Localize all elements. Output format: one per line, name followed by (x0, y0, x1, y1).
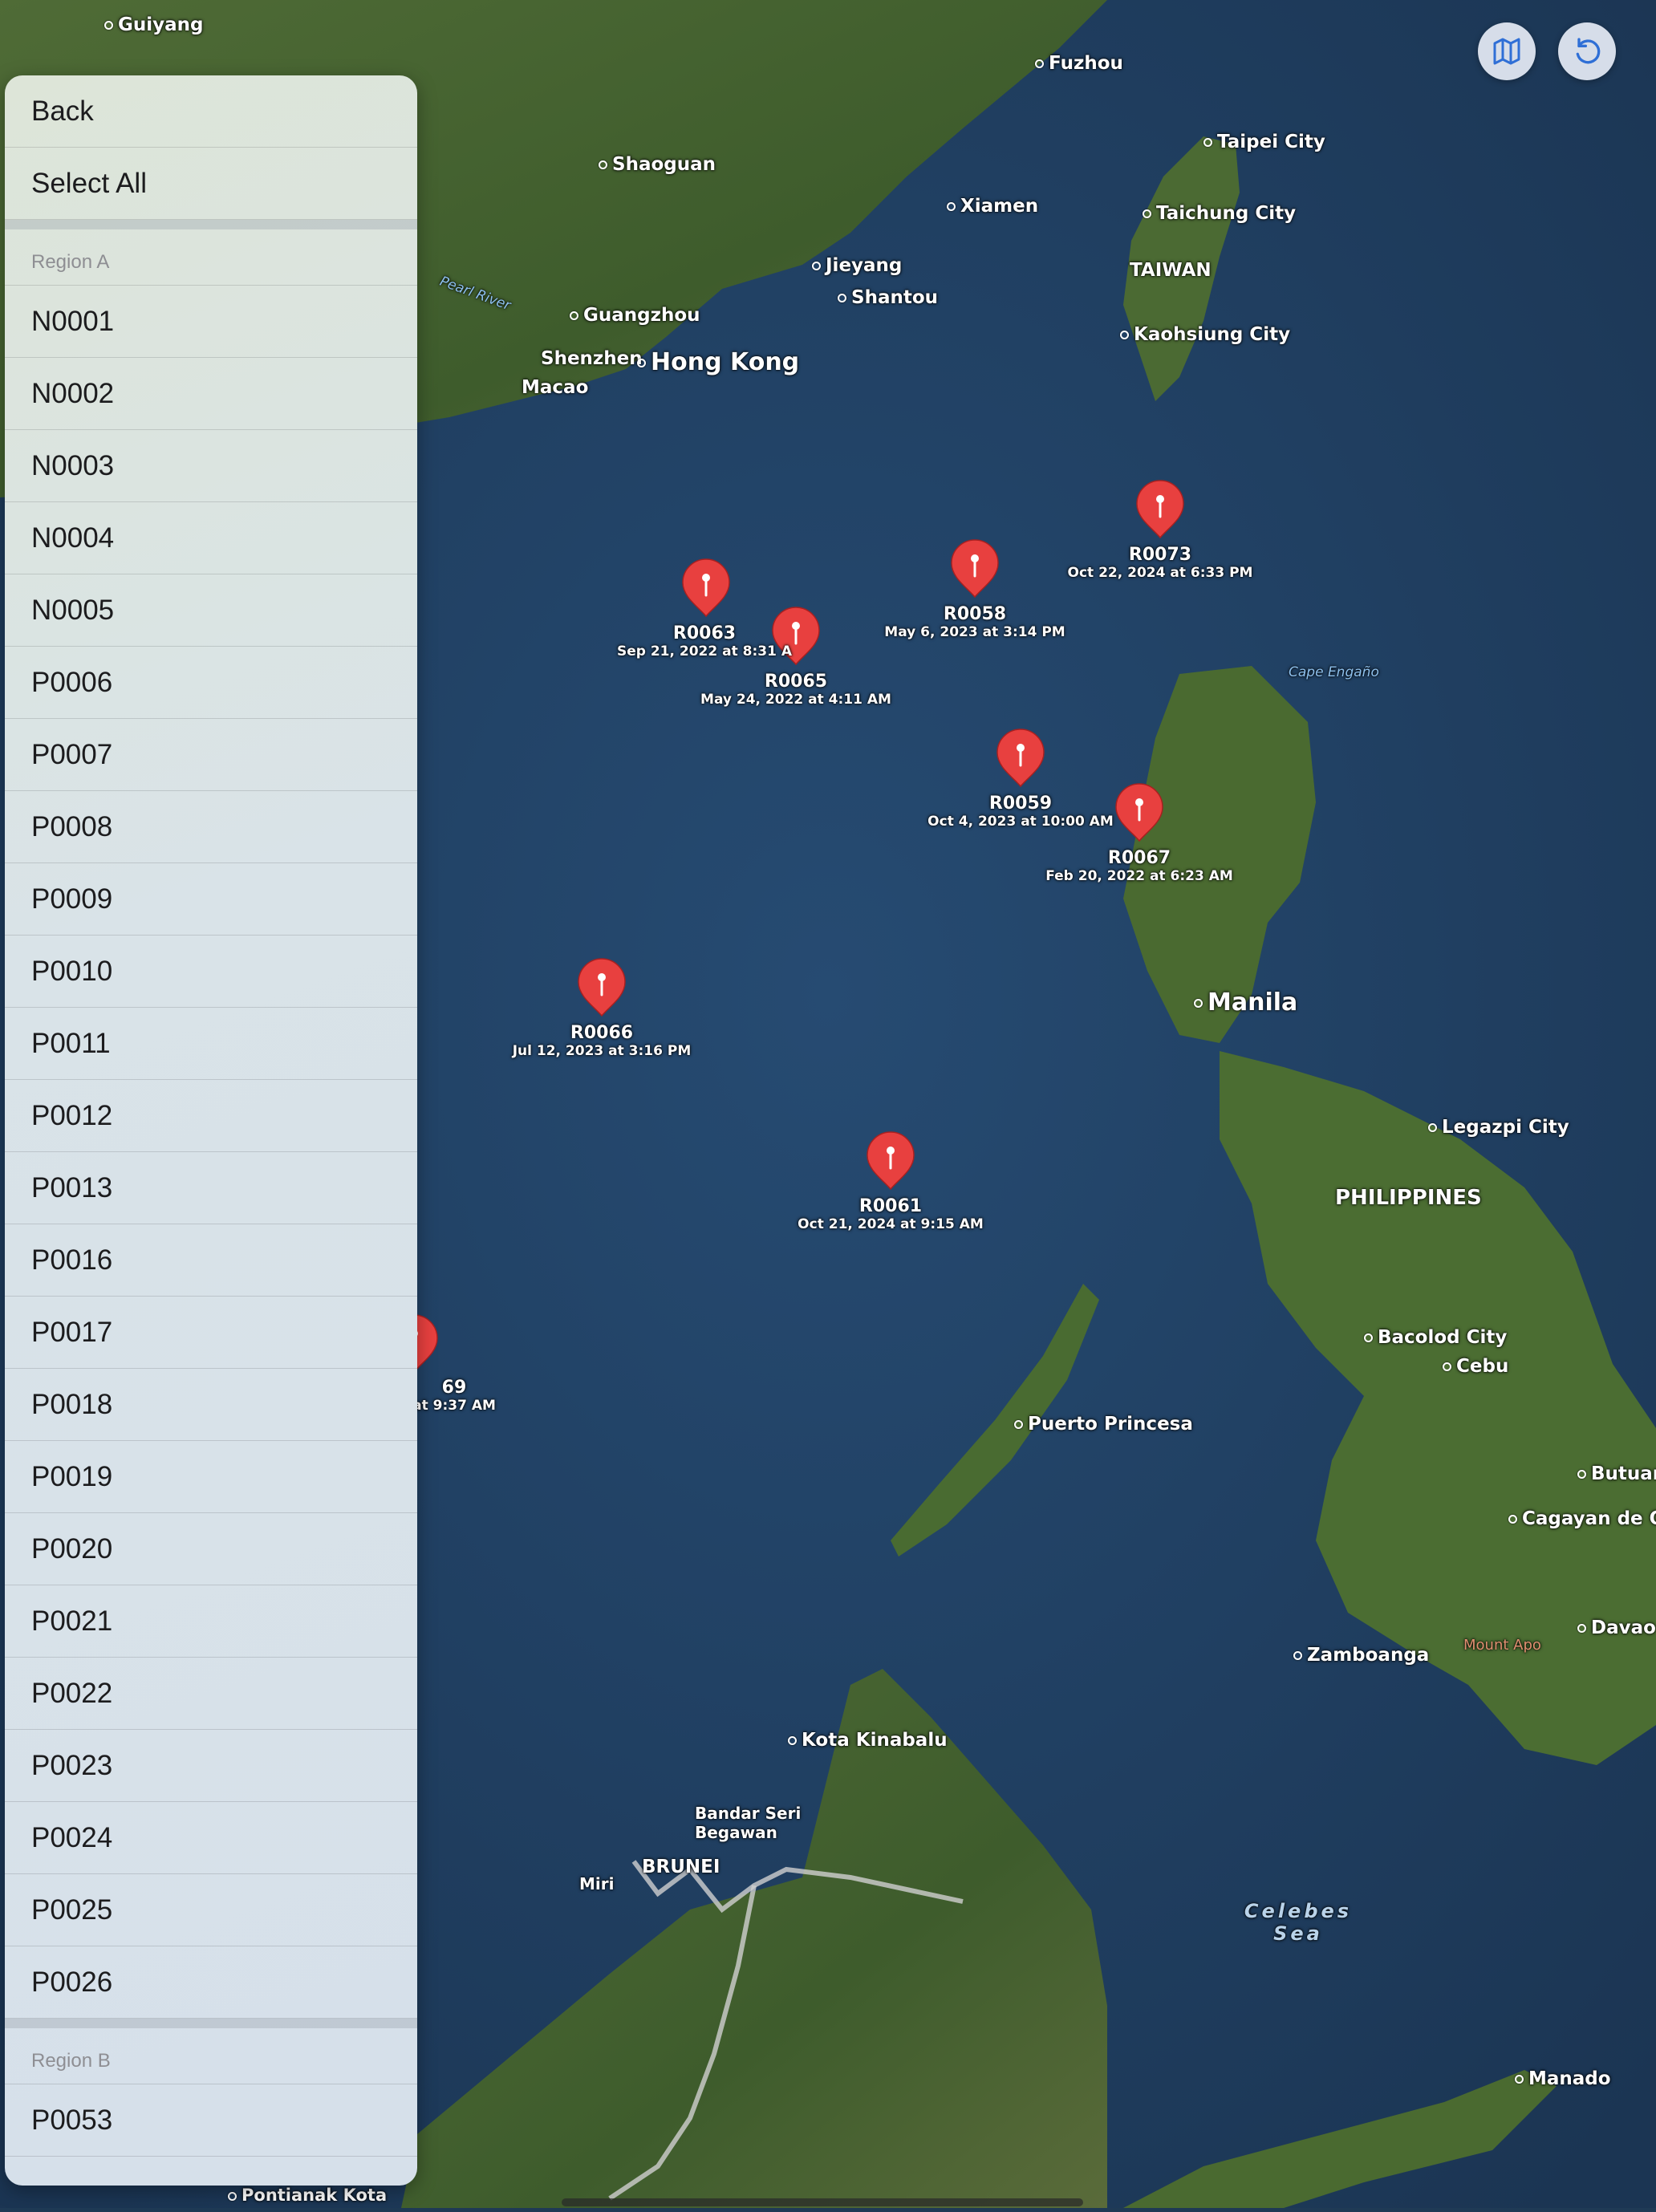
list-item[interactable]: N0002 (5, 358, 417, 430)
map-type-button[interactable] (1478, 22, 1536, 80)
list-item[interactable]: P0018 (5, 1369, 417, 1441)
map-pin-label[interactable]: R0073 Oct 22, 2024 at 6:33 PM (1068, 546, 1253, 582)
map-pin-label[interactable]: R0066 Jul 12, 2023 at 3:16 PM (513, 1024, 692, 1060)
map-icon (1493, 38, 1520, 65)
place-label: Xiamen (947, 196, 1038, 217)
list-item[interactable]: P0009 (5, 863, 417, 936)
rotate-icon (1576, 38, 1601, 64)
section-list: Region A N0001 N0002 N0003 N0004 N0005 P0006 P0… (5, 220, 417, 2157)
list-item[interactable]: P0017 (5, 1297, 417, 1369)
map-pin-label[interactable]: 69 at 9:37 AM (412, 1378, 496, 1414)
section-separator (5, 2019, 417, 2028)
place-label: Puerto Princesa (1014, 1414, 1193, 1435)
place-label: Shantou (838, 287, 938, 308)
list-item[interactable]: P0007 (5, 719, 417, 791)
map-pin-label[interactable]: R0063 Sep 21, 2022 at 8:31 A (617, 624, 792, 660)
list-item[interactable]: P0026 (5, 1946, 417, 2019)
list-item[interactable]: P0021 (5, 1585, 417, 1658)
home-indicator[interactable] (562, 2198, 1083, 2206)
section-separator (5, 220, 417, 229)
place-label: Bacolod City (1364, 1327, 1507, 1348)
place-label: Butuan (1577, 1463, 1656, 1484)
place-label: Celebes Sea (1244, 1900, 1353, 1945)
list-item[interactable]: N0001 (5, 286, 417, 358)
place-label: TAIWAN (1130, 260, 1212, 281)
list-item[interactable]: N0003 (5, 430, 417, 502)
list-item[interactable]: N0004 (5, 502, 417, 574)
list-item[interactable]: P0019 (5, 1441, 417, 1513)
filter-sidebar: Back Select All Region A N0001 N0002 N0003 N… (5, 75, 417, 2186)
list-item[interactable]: P0025 (5, 1874, 417, 1946)
list-item[interactable]: P0024 (5, 1802, 417, 1874)
map-pin-label[interactable]: R0065 May 24, 2022 at 4:11 AM (700, 672, 891, 708)
list-item[interactable]: N0005 (5, 574, 417, 647)
place-label: Guiyang (104, 14, 204, 35)
list-item[interactable]: P0022 (5, 1658, 417, 1730)
map-pin-label[interactable]: R0061 Oct 21, 2024 at 9:15 AM (798, 1197, 984, 1233)
place-label: Legazpi City (1428, 1117, 1569, 1138)
place-label: Manado (1515, 2068, 1611, 2089)
place-label: Miri (579, 1874, 615, 1893)
place-label: Jieyang (812, 255, 902, 276)
list-item[interactable]: P0023 (5, 1730, 417, 1802)
back-button[interactable]: Back (5, 75, 417, 148)
place-label: Kota Kinabalu (788, 1730, 948, 1751)
list-item[interactable]: P0008 (5, 791, 417, 863)
map-pin-label[interactable]: R0059 Oct 4, 2023 at 10:00 AM (927, 794, 1114, 830)
place-label: Shenzhen (541, 348, 643, 369)
place-label: Cagayan de Oro (1508, 1508, 1656, 1529)
map-pin-label[interactable]: R0058 May 6, 2023 at 3:14 PM (884, 605, 1065, 641)
section-header: Region B (5, 2028, 417, 2084)
list-item[interactable]: P0006 (5, 647, 417, 719)
place-label: Manila (1194, 988, 1297, 1017)
place-label: Shaoguan (599, 154, 716, 175)
list-item[interactable]: P0053 (5, 2084, 417, 2157)
place-label: PHILIPPINES (1335, 1186, 1482, 1210)
place-label: Taichung City (1143, 203, 1296, 224)
map-pin-label[interactable]: R0067 Feb 20, 2022 at 6:23 AM (1045, 849, 1233, 885)
place-label: Macao (522, 377, 589, 398)
place-label: Zamboanga (1293, 1645, 1429, 1666)
place-label: Kaohsiung City (1120, 324, 1290, 345)
list-item[interactable]: P0010 (5, 936, 417, 1008)
section-header: Region A (5, 229, 417, 286)
place-label: Mount Apo (1463, 1637, 1541, 1654)
list-item[interactable]: P0012 (5, 1080, 417, 1152)
place-label: Cebu (1443, 1356, 1508, 1377)
place-label: Guangzhou (570, 305, 700, 326)
list-item[interactable]: P0011 (5, 1008, 417, 1080)
place-label: Cape Engaño (1289, 664, 1379, 680)
list-item[interactable]: P0020 (5, 1513, 417, 1585)
list-item[interactable]: P0016 (5, 1224, 417, 1297)
reset-button[interactable] (1558, 22, 1616, 80)
place-label: Taipei City (1203, 132, 1325, 152)
place-label: BRUNEI (642, 1857, 720, 1877)
place-label: Hong Kong (637, 348, 799, 376)
place-label: Davao (1577, 1617, 1656, 1638)
place-label: Bandar Seri Begawan (695, 1804, 802, 1842)
place-label: Fuzhou (1035, 53, 1123, 74)
place-label: Pontianak Kota (228, 2186, 387, 2205)
select-all-button[interactable]: Select All (5, 148, 417, 220)
list-item[interactable]: P0013 (5, 1152, 417, 1224)
